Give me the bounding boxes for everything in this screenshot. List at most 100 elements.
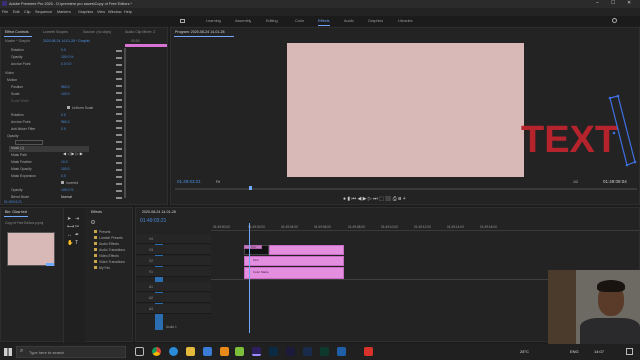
workspace-assembly[interactable]: Assembly (235, 19, 251, 23)
quality-dropdown[interactable]: 1/2 (573, 180, 578, 184)
search-icon[interactable] (612, 18, 617, 23)
mask-point[interactable] (625, 163, 629, 167)
track-header[interactable]: A3 (136, 304, 211, 314)
menu-markers[interactable]: Markers (57, 10, 71, 14)
tab-source[interactable]: Source: (no clips) (83, 30, 111, 34)
program-tab-underline (174, 36, 234, 37)
selection-tool-icon[interactable]: ➤ (67, 216, 71, 222)
taskbar-search-box[interactable]: ⌕ Type here to search (16, 346, 126, 358)
clip-text-v3[interactable] (269, 245, 344, 255)
audition-icon[interactable] (320, 347, 329, 356)
transport-controls[interactable]: ● ▮ ⏮ ◀ ▶ ▷ ⏭ ⬚ ⬛ ⎙ ⊟ + (343, 196, 406, 202)
track-select-icon[interactable]: ⇥ (75, 216, 79, 222)
menu-window[interactable]: Window (108, 10, 122, 14)
reset-icons-column[interactable] (116, 48, 122, 200)
fit-dropdown[interactable]: Fit (216, 180, 220, 184)
notification-icon[interactable] (626, 348, 633, 355)
active-tab-underline (4, 36, 32, 37)
pen-tool-icon[interactable]: ✒ (75, 232, 79, 238)
tab-lumetri-scopes[interactable]: Lumetri Scopes (43, 30, 68, 34)
workspace-editing[interactable]: Editing (266, 19, 278, 23)
menu-clip[interactable]: Clip (24, 10, 31, 14)
tab-audio-clip-mixer[interactable]: Audio Clip Mixer: 2 (125, 30, 167, 34)
timeline-playhead[interactable] (249, 223, 250, 333)
task-view-icon[interactable] (135, 347, 144, 356)
menu-view[interactable]: View (97, 10, 105, 14)
track-header[interactable]: V2 (136, 256, 211, 266)
track-header[interactable]: A1 (136, 282, 211, 292)
mask-point[interactable] (633, 160, 637, 164)
playhead-marker[interactable] (249, 186, 252, 190)
program-title[interactable]: Program: 2020-08-24 14-01-28 (175, 30, 225, 34)
workspace-graphics[interactable]: Graphics (368, 19, 383, 23)
ec-mini-clip (125, 44, 167, 47)
effects-search-icon[interactable] (91, 220, 95, 224)
weather-temp[interactable]: 28°C (520, 349, 529, 354)
workspace-color[interactable]: Color (295, 19, 304, 23)
menu-sequence[interactable]: Sequence (35, 10, 52, 14)
ec-row: Mask Feather 10.0 (11, 160, 68, 164)
close-button[interactable]: ✕ (627, 0, 631, 6)
language-indicator[interactable]: ENG (570, 349, 579, 354)
mask-point[interactable] (612, 131, 616, 135)
program-scrubber[interactable] (175, 188, 637, 190)
photoshop-icon[interactable] (269, 347, 278, 356)
ripple-edit-icon[interactable]: ⟷ (67, 224, 74, 230)
menu-help[interactable]: Help (124, 10, 132, 14)
tab-effects[interactable]: Effects (91, 210, 102, 214)
ec-row: Anchor Point 0.0 0.0 (11, 62, 72, 66)
tab-effect-controls[interactable]: Effect Controls (5, 30, 29, 34)
track-header[interactable]: V3 (136, 245, 211, 255)
clip-color-matte[interactable]: Color Matte (244, 267, 344, 279)
home-icon[interactable] (180, 19, 185, 23)
clip-text-v2[interactable]: Text (244, 256, 344, 266)
tab-bin[interactable]: Bin: Glow text (5, 210, 27, 214)
type-tool-icon[interactable]: T (75, 240, 78, 246)
minimize-button[interactable]: – (596, 0, 599, 6)
webcam-person-body (580, 318, 640, 344)
premiere-taskbar-icon[interactable] (252, 347, 261, 356)
mask-point[interactable] (616, 94, 620, 98)
store-icon[interactable] (203, 347, 212, 356)
program-timecode[interactable]: 01:49:03:21 (177, 179, 201, 184)
track-header[interactable]: A2 (136, 293, 211, 303)
ruler-label: 01:49:04:00 (281, 225, 298, 229)
track-header[interactable]: V1 (136, 267, 211, 277)
menu-file[interactable]: File (2, 10, 8, 14)
app-blue-icon[interactable] (337, 347, 346, 356)
timeline-timecode[interactable]: 01:49:03:21 (140, 218, 166, 224)
media-encoder-icon[interactable] (303, 347, 312, 356)
hand-tool-icon[interactable]: ✋ (67, 240, 73, 246)
ec-timeline-scrollbar[interactable] (124, 48, 126, 198)
app-green-icon[interactable] (235, 347, 244, 356)
bin-thumbnail[interactable] (7, 232, 55, 266)
razor-tool-icon[interactable]: ✂ (75, 224, 79, 230)
after-effects-icon[interactable] (286, 347, 295, 356)
bin-thumbnail-badge (46, 263, 54, 266)
uniform-scale-checkbox[interactable] (67, 106, 70, 109)
workspace-effects[interactable]: Effects (318, 19, 330, 23)
mask-track-controls[interactable]: ◀ ◁ ▶ ▷ ▶ (63, 151, 83, 156)
workspace-libraries[interactable]: Libraries (398, 19, 413, 23)
sequence-tab[interactable]: 2020-08-24 14-01-28 (142, 210, 176, 214)
workspace-learning[interactable]: Learning (206, 19, 221, 23)
ec-row: Rotation 0.0 (11, 113, 66, 117)
workspace-audio[interactable]: Audio (344, 19, 354, 23)
track-header[interactable]: V4 (136, 234, 211, 244)
clip-text-small[interactable]: Text (244, 245, 262, 249)
explorer-icon[interactable] (186, 347, 195, 356)
mask-tools-icons[interactable] (15, 140, 43, 145)
windows-start-icon[interactable] (4, 348, 12, 356)
slip-tool-icon[interactable]: ↔ (67, 232, 72, 238)
edge-icon[interactable] (169, 347, 178, 356)
anydesk-icon[interactable] (364, 347, 373, 356)
menu-edit[interactable]: Edit (13, 10, 20, 14)
maximize-button[interactable]: ☐ (611, 0, 615, 6)
inverted-checkbox[interactable] (61, 181, 64, 184)
mask-point[interactable] (608, 96, 612, 100)
taskbar-clock[interactable]: 14:07 (594, 349, 604, 354)
effects-item[interactable]: My Fav (94, 266, 132, 272)
chrome-icon[interactable] (152, 347, 161, 356)
menu-graphics[interactable]: Graphics (78, 10, 93, 14)
vlc-icon[interactable] (220, 347, 229, 356)
